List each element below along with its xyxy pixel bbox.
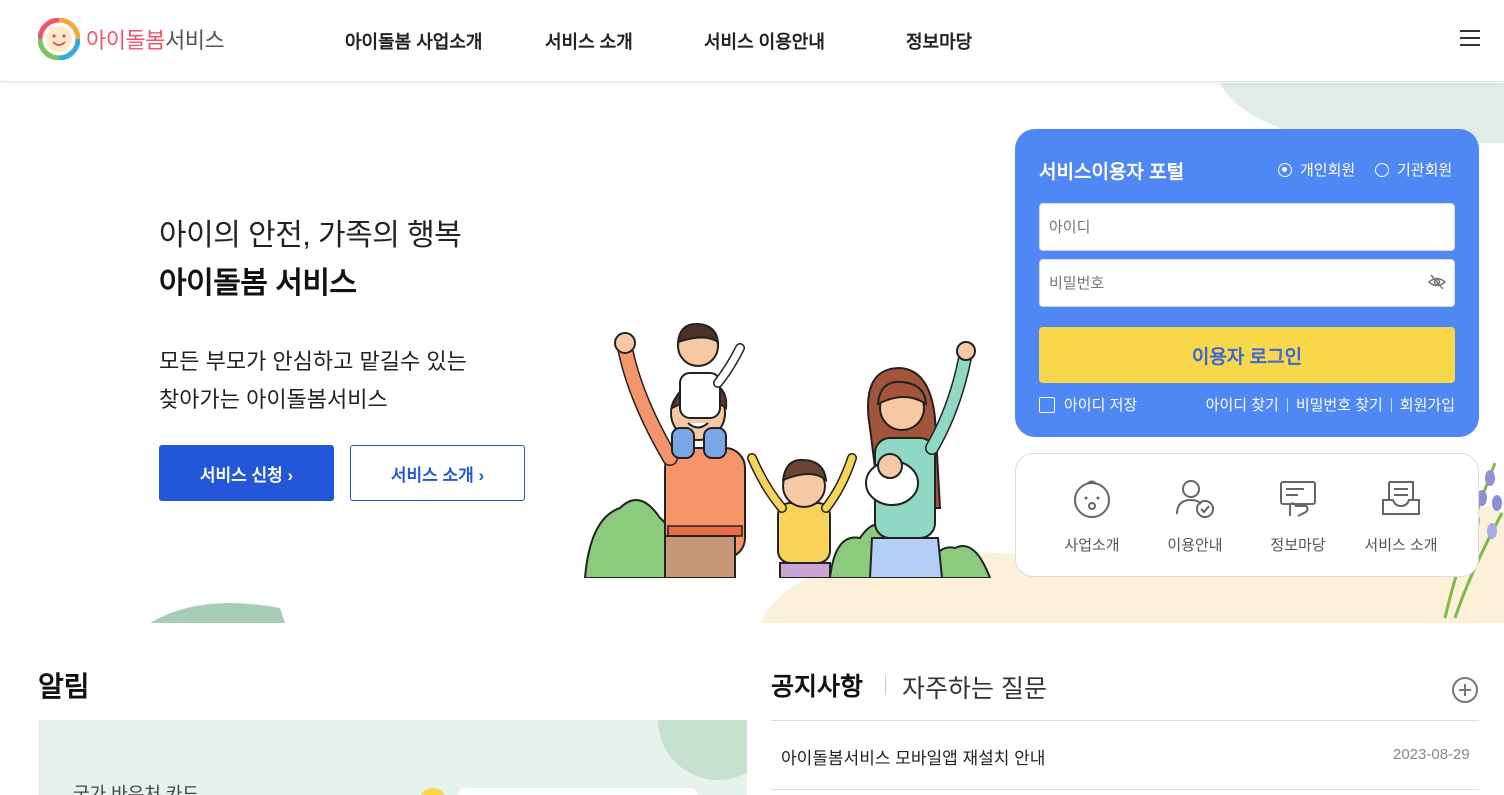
remember-id-label: 아이디 저장 (1064, 397, 1138, 414)
radio-org-label: 기관회원 (1397, 162, 1453, 179)
user-login-button[interactable]: 이용자 로그인 (1039, 327, 1455, 383)
checkbox-icon (1039, 396, 1055, 413)
password-input[interactable] (1039, 259, 1455, 307)
radio-personal-member[interactable]: 개인회원 (1278, 159, 1355, 180)
nav-item-business-intro[interactable]: 아이돌봄 사업소개 (345, 28, 482, 54)
notice-item-title[interactable]: 아이돌봄서비스 모바일앱 재설치 안내 (781, 744, 1045, 769)
inbox-tray-icon (1382, 481, 1420, 515)
radio-unselected-icon (1375, 162, 1389, 177)
alarm-title: 알림 (38, 671, 90, 702)
quick-business-intro[interactable]: 사업소개 (1042, 476, 1142, 555)
tab-faq[interactable]: 자주하는 질문 (902, 669, 1047, 705)
alarm-card-text: 국가 바우처 카드 (73, 784, 199, 795)
nav-item-service-intro[interactable]: 서비스 소개 (545, 28, 633, 54)
service-intro-button[interactable]: 서비스 소개 › (350, 445, 525, 501)
radio-personal-label: 개인회원 (1300, 162, 1356, 179)
find-id-link[interactable]: 아이디 찾기 (1206, 394, 1279, 415)
eye-slash-icon[interactable] (1428, 273, 1446, 291)
remember-id-checkbox[interactable]: 아이디 저장 (1039, 394, 1137, 415)
link-divider (1390, 397, 1392, 412)
alarm-banner[interactable]: 국가 바우처 카드 (38, 720, 747, 795)
logo-text: 아이돌봄서비스 (86, 23, 225, 55)
quick-label: 서비스 소개 (1364, 537, 1438, 554)
user-id-input[interactable] (1039, 203, 1455, 251)
quick-label: 사업소개 (1064, 537, 1120, 554)
link-divider (1286, 397, 1288, 412)
nav-item-info[interactable]: 정보마당 (906, 28, 972, 54)
quick-menu: 사업소개 이용안내 정보마당 서비스 소개 (1015, 453, 1479, 577)
notice-top-border (771, 720, 1479, 721)
family-illustration (583, 322, 992, 578)
notice-item-date: 2023-08-29 (1393, 746, 1470, 763)
document-hand-icon (1280, 481, 1316, 517)
service-apply-button[interactable]: 서비스 신청 › (159, 445, 334, 501)
logo-text-service: 서비스 (164, 28, 225, 53)
find-password-link[interactable]: 비밀번호 찾기 (1296, 394, 1383, 415)
account-links: 아이디 찾기 비밀번호 찾기 회원가입 (1206, 394, 1455, 415)
tab-divider (885, 675, 886, 695)
radio-org-member[interactable]: 기관회원 (1375, 159, 1452, 180)
login-panel: 서비스이용자 포털 개인회원 기관회원 이용자 로그인 아이디 저장 아이디 찾… (1015, 129, 1479, 437)
baby-face-icon (1074, 480, 1110, 518)
hero-description-line2: 찾아가는 아이돌봄서비스 (159, 387, 388, 412)
hero-description-line1: 모든 부모가 안심하고 맡길수 있는 (159, 349, 467, 374)
nav-item-usage-guide[interactable]: 서비스 이용안내 (704, 28, 825, 54)
logo-text-brand: 아이돌봄 (86, 28, 165, 53)
more-plus-icon[interactable] (1451, 676, 1479, 704)
notice-row-border (771, 789, 1479, 790)
signup-link[interactable]: 회원가입 (1400, 394, 1455, 415)
quick-label: 정보마당 (1270, 537, 1326, 554)
hero-title: 아이돌봄 서비스 (159, 267, 357, 300)
hero-description: 모든 부모가 안심하고 맡길수 있는 찾아가는 아이돌봄서비스 (159, 343, 467, 419)
user-check-icon (1176, 480, 1214, 518)
quick-usage-guide[interactable]: 이용안내 (1145, 476, 1245, 555)
quick-label: 이용안내 (1167, 537, 1223, 554)
login-title: 서비스이용자 포털 (1039, 162, 1185, 183)
radio-selected-icon (1278, 162, 1292, 177)
smiley-logo-icon (38, 18, 80, 60)
logo[interactable]: 아이돌봄서비스 (38, 18, 225, 60)
tab-notice[interactable]: 공지사항 (771, 667, 863, 703)
quick-info[interactable]: 정보마당 (1248, 476, 1348, 555)
hero-subtitle: 아이의 안전, 가족의 행복 (159, 219, 462, 252)
site-header: 아이돌봄서비스 아이돌봄 사업소개 서비스 소개 서비스 이용안내 정보마당 (0, 0, 1504, 82)
quick-service-intro[interactable]: 서비스 소개 (1351, 476, 1451, 555)
menu-icon[interactable] (1460, 30, 1480, 48)
